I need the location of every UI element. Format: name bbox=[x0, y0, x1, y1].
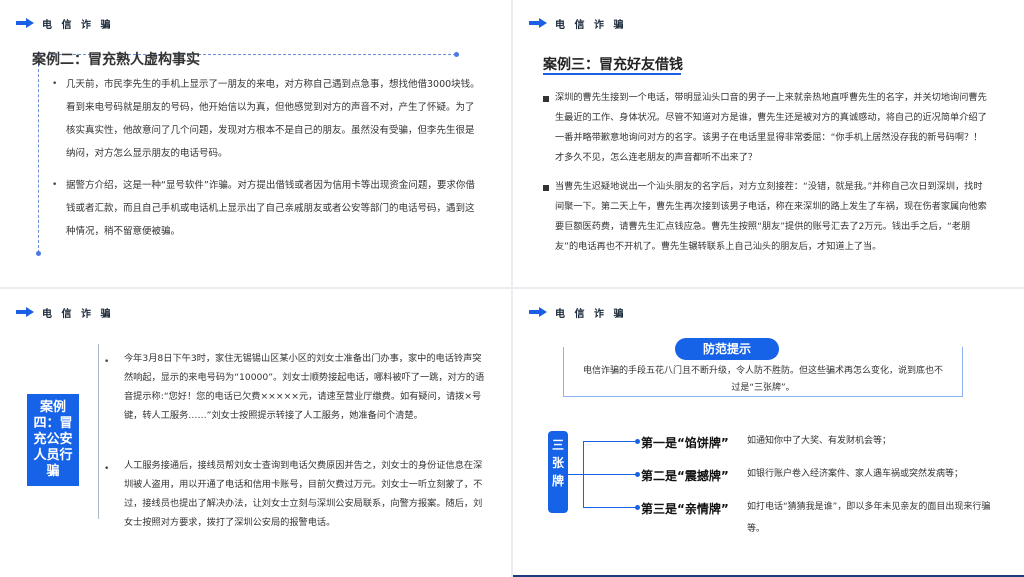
arrow-right-icon bbox=[529, 307, 547, 317]
dot-icon bbox=[635, 472, 640, 477]
connector-line bbox=[583, 507, 638, 508]
slide-header: 电 信 诈 骗 bbox=[16, 16, 114, 31]
header-label: 电 信 诈 骗 bbox=[555, 19, 627, 31]
arrow-right-icon bbox=[16, 307, 34, 317]
card-description: 如银行账户卷入经济案件、家人遇车祸或突然发病等； bbox=[747, 469, 964, 479]
slide-header: 电 信 诈 骗 bbox=[16, 305, 114, 320]
slide-case-three: 电 信 诈 骗 案例三：冒充好友借钱 深圳的曹先生接到一个电话，带明显汕头口音的… bbox=[513, 0, 1024, 287]
bullet-icon: • bbox=[104, 464, 110, 474]
paragraph: 当曹先生迟疑地说出一个汕头朋友的名字后，对方立刻接茬：“没错，就是我。”并称自己… bbox=[555, 181, 987, 252]
square-bullet-icon bbox=[543, 185, 549, 191]
vertical-divider bbox=[98, 344, 99, 519]
square-bullet-icon bbox=[543, 96, 549, 102]
paragraph: 几天前，市民李先生的手机上显示了一朋友的来电，对方称自己遇到点急事，想找他借30… bbox=[66, 79, 480, 159]
bullet-icon: • bbox=[104, 357, 110, 367]
slide-case-four: 电 信 诈 骗 案例四：冒充公安人员行骗 • 今年3月8日下午3时，家住无锡锡山… bbox=[0, 289, 511, 577]
dot-icon bbox=[635, 439, 640, 444]
card-title: 第二是“震撼牌” bbox=[641, 469, 729, 483]
connector-line bbox=[583, 474, 638, 475]
card-title: 第三是“亲情牌” bbox=[641, 502, 729, 516]
connector-line bbox=[583, 441, 638, 442]
slide-header: 电 信 诈 骗 bbox=[529, 305, 627, 320]
bullet-icon: • bbox=[52, 79, 58, 89]
slide-header: 电 信 诈 骗 bbox=[529, 16, 627, 31]
connector-line bbox=[568, 474, 583, 475]
bullet-icon: • bbox=[52, 180, 58, 190]
dot-icon bbox=[635, 505, 640, 510]
paragraph: 据警方介绍，这是一种“显号软件”诈骗。对方提出借钱或者因为信用卡等出现资金问题，… bbox=[66, 180, 475, 237]
paragraph: 深圳的曹先生接到一个电话，带明显汕头口音的男子一上来就亲热地直呼曹先生的名字，并… bbox=[555, 92, 987, 163]
slide-case-two: 电 信 诈 骗 案例二：冒充熟人虚构事实 • 几天前，市民李先生的手机上显示了一… bbox=[0, 0, 511, 287]
slide-title: 案例三：冒充好友借钱 bbox=[543, 57, 683, 73]
tip-text: 电信诈骗的手段五花八门且不断升级，令人防不胜防。但这些骗术再怎么变化，说到底也不… bbox=[583, 366, 944, 393]
card-description: 如通知你中了大奖、有发财机会等； bbox=[747, 436, 892, 446]
tip-title: 防范提示 bbox=[675, 338, 779, 360]
header-label: 电 信 诈 骗 bbox=[42, 19, 114, 31]
slide-title: 案例二：冒充熟人虚构事实 bbox=[32, 52, 200, 68]
three-cards-tab: 三张牌 bbox=[548, 431, 568, 513]
card-description: 如打电话“猜猜我是谁”，即以多年未见亲友的面目出现来行骗等。 bbox=[747, 502, 991, 534]
header-label: 电 信 诈 骗 bbox=[42, 308, 114, 320]
case-label-box: 案例四：冒充公安人员行骗 bbox=[27, 394, 79, 486]
paragraph: 今年3月8日下午3时，家住无锡锡山区某小区的刘女士准备出门办事，家中的电话铃声突… bbox=[124, 353, 485, 421]
paragraph: 人工服务接通后，接线员帮刘女士查询到电话欠费原因并告之，刘女士的身份证信息在深圳… bbox=[124, 460, 483, 528]
title-underline bbox=[543, 73, 681, 75]
card-title: 第一是“馅饼牌” bbox=[641, 436, 729, 450]
arrow-right-icon bbox=[16, 18, 34, 28]
slide-prevention-tips: 电 信 诈 骗 防范提示 电信诈骗的手段五花八门且不断升级，令人防不胜防。但这些… bbox=[513, 289, 1024, 577]
dashed-divider-vertical bbox=[36, 54, 41, 256]
header-label: 电 信 诈 骗 bbox=[555, 308, 627, 320]
arrow-right-icon bbox=[529, 18, 547, 28]
